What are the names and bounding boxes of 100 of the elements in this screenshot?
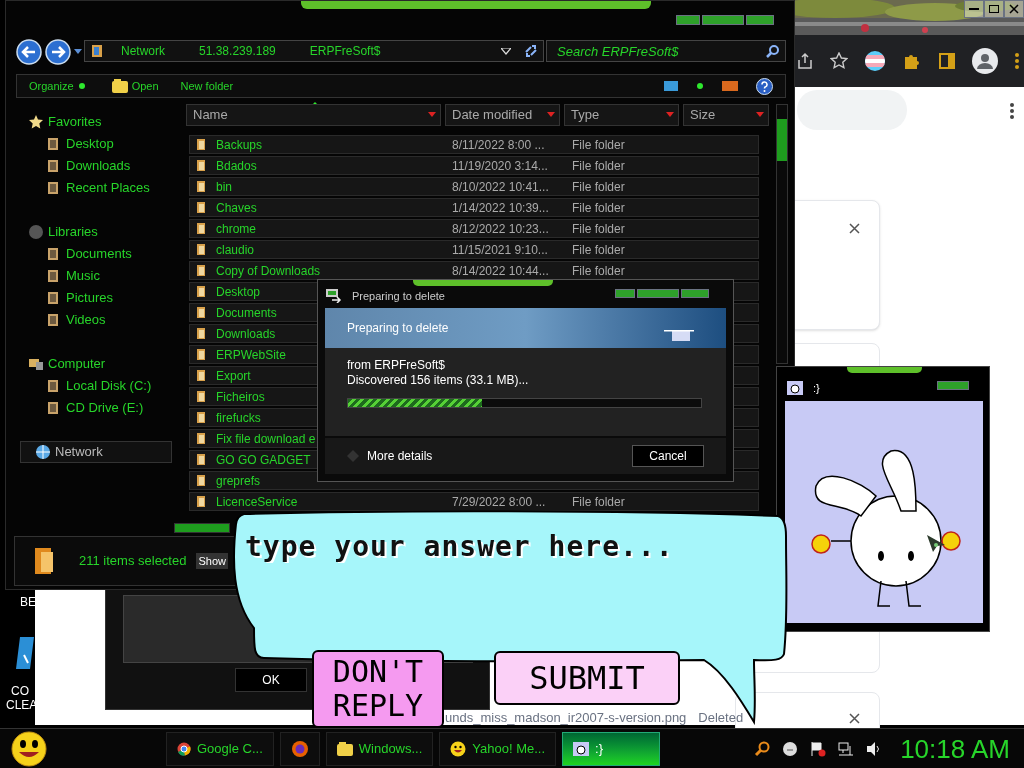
flag-icon[interactable]: [864, 50, 886, 72]
sidebar-item[interactable]: Local Disk (C:): [28, 375, 178, 397]
dont-reply-button[interactable]: DON'T REPLY: [312, 650, 444, 728]
start-button[interactable]: [10, 730, 48, 767]
dropdown-icon[interactable]: [501, 47, 511, 55]
file-name: Chaves: [216, 200, 257, 215]
column-header[interactable]: Size: [683, 104, 769, 126]
sidebar-item[interactable]: Desktop: [28, 133, 178, 155]
folder-icon: [196, 369, 206, 382]
breadcrumb-item[interactable]: Network: [121, 42, 165, 60]
type-cell-text: File folder: [572, 136, 625, 154]
refresh-icon[interactable]: [523, 43, 539, 59]
breadcrumb-item[interactable]: 51.38.239.189: [199, 42, 276, 60]
star-icon: [28, 114, 44, 130]
file-row[interactable]: LicenceService 7/29/2022 8:00 ... File folder: [189, 492, 759, 511]
profile-icon[interactable]: [972, 48, 998, 74]
cancel-button[interactable]: Cancel: [632, 445, 704, 467]
address-bar[interactable]: Network 51.38.239.189 ERPFreSoft$: [84, 40, 544, 62]
file-row[interactable]: Copy of Downloads 8/14/2022 10:44... File folder: [189, 261, 759, 280]
smiley-icon[interactable]: [782, 740, 799, 757]
ok-button[interactable]: OK: [235, 668, 307, 692]
star-icon[interactable]: [830, 52, 848, 70]
sidebar-item[interactable]: Libraries: [28, 221, 178, 243]
close-icon[interactable]: [849, 713, 860, 724]
search-icon[interactable]: [754, 740, 771, 757]
file-name: LicenceService: [216, 494, 298, 509]
toolbar-button[interactable]: New folder: [180, 77, 234, 95]
breadcrumb-item[interactable]: ERPFreSoft$: [309, 42, 381, 60]
folder-icon: [196, 453, 206, 466]
sidebar-item[interactable]: Videos: [28, 309, 178, 331]
search-icon[interactable]: [766, 44, 780, 58]
sidebar-item[interactable]: Pictures: [28, 287, 178, 309]
help-icon[interactable]: [756, 77, 773, 95]
type-cell-text: File folder: [572, 493, 625, 511]
file-row[interactable]: claudio 11/15/2021 9:10... File folder: [189, 240, 759, 259]
file-row[interactable]: bin 8/10/2022 10:41... File folder: [189, 177, 759, 196]
file-row[interactable]: Backups 8/11/2022 8:00 ... File folder: [189, 135, 759, 154]
caret-icon[interactable]: [74, 49, 82, 55]
sidebar-item[interactable]: Downloads: [28, 155, 178, 177]
scrollbar[interactable]: [776, 104, 788, 364]
forward-icon[interactable]: [45, 39, 71, 65]
item-icon: [46, 269, 60, 283]
dot-icon[interactable]: [696, 82, 704, 90]
more-details-button[interactable]: More details: [347, 447, 433, 465]
caret-icon: [547, 112, 555, 118]
submit-button[interactable]: SUBMIT: [494, 651, 680, 705]
answer-field[interactable]: type your answer here...: [245, 522, 765, 570]
more-icon[interactable]: [1009, 103, 1015, 119]
file-name: Fix file download e: [216, 431, 316, 446]
folder-icon: [336, 741, 353, 756]
back-icon[interactable]: [16, 39, 42, 65]
close-button[interactable]: [1004, 0, 1024, 18]
scroll-handle[interactable]: [174, 523, 230, 533]
folder-icon: [196, 390, 206, 403]
taskbar-button[interactable]: Windows...: [325, 731, 434, 766]
sidebar-item[interactable]: Computer: [28, 353, 178, 375]
clock[interactable]: 10:18 AM: [900, 735, 1010, 762]
column-header[interactable]: Name: [186, 104, 441, 126]
dialog-text: Discovered 156 items (33.1 MB)...: [347, 373, 530, 388]
close-icon[interactable]: [849, 223, 860, 234]
sidebar-item[interactable]: Documents: [28, 243, 178, 265]
sidebar-item[interactable]: Recent Places: [28, 177, 178, 199]
file-name: Ficheiros: [216, 389, 265, 404]
type-cell-text: File folder: [572, 157, 625, 175]
sidebar-item[interactable]: CD Drive (E:): [28, 397, 178, 419]
file-name: greprefs: [216, 473, 261, 488]
toolbar-button[interactable]: Open: [111, 77, 159, 95]
maximize-button[interactable]: [984, 0, 1004, 18]
share-icon[interactable]: [796, 52, 814, 70]
date-cell-text: 11/15/2021 9:10...: [452, 241, 549, 259]
folder-icon: [196, 348, 206, 361]
item-icon: [46, 401, 60, 415]
taskbar-button[interactable]: Google C...: [166, 731, 274, 766]
sidebar-item[interactable]: Music: [28, 265, 178, 287]
scroll-thumb[interactable]: [777, 119, 787, 161]
cursor-icon: [925, 533, 947, 553]
column-header[interactable]: Date modified: [445, 104, 560, 126]
column-header[interactable]: Type: [564, 104, 679, 126]
minimize-button[interactable]: [964, 0, 984, 18]
search-field[interactable]: Search ERPFreSoft$: [546, 40, 786, 62]
sidebar-item[interactable]: Favorites: [28, 111, 178, 133]
menu-icon[interactable]: [1014, 52, 1020, 70]
flag-icon[interactable]: [810, 740, 827, 757]
dialog-heading: Preparing to delete: [347, 320, 449, 337]
file-name: chrome: [216, 221, 256, 236]
side-panel-icon[interactable]: [938, 52, 956, 70]
type-cell-text: File folder: [572, 262, 625, 280]
taskbar-button[interactable]: Yahoo! Me...: [439, 731, 557, 766]
date-cell-text: 11/19/2020 3:14...: [452, 157, 549, 175]
network-icon[interactable]: [838, 740, 855, 757]
type-cell-text: File folder: [572, 241, 625, 259]
file-name: Backups: [216, 137, 263, 152]
toolbar-button[interactable]: Organize: [29, 77, 86, 95]
file-row[interactable]: Chaves 1/14/2022 10:39... File folder: [189, 198, 759, 217]
file-row[interactable]: Bdados 11/19/2020 3:14... File folder: [189, 156, 759, 175]
globe-icon: [35, 444, 51, 460]
file-row[interactable]: chrome 8/12/2022 10:23... File folder: [189, 219, 759, 238]
folder-icon: [196, 306, 206, 319]
taskbar-button[interactable]: [279, 731, 320, 766]
taskbar-button[interactable]: :}: [562, 731, 661, 766]
